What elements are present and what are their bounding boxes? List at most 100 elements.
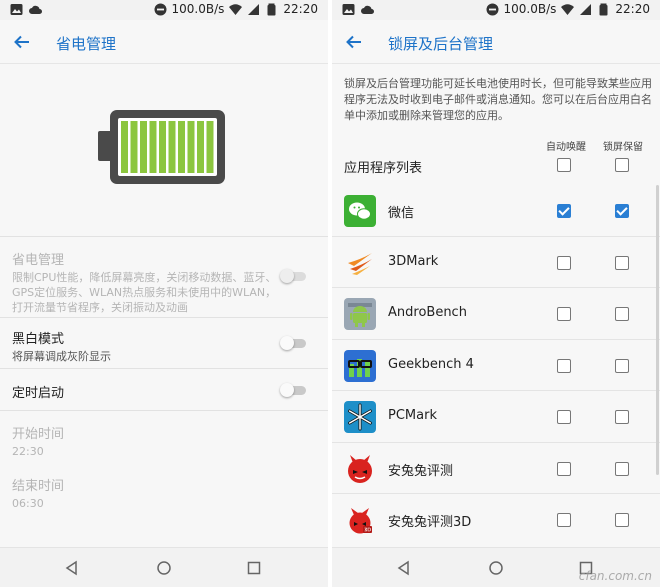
geekbench-icon <box>344 349 376 382</box>
lock-keep-checkbox[interactable] <box>615 461 629 476</box>
clock: 22:20 <box>615 2 650 16</box>
setting-title: 结束时间 <box>12 479 65 494</box>
setting-title: 定时启动 <box>12 386 65 401</box>
navigation-bar <box>0 547 328 587</box>
network-speed: 100.0B/s <box>503 2 557 16</box>
antutu-icon <box>348 454 372 483</box>
wechat-icon <box>344 195 376 227</box>
battery-cell <box>197 121 204 173</box>
status-bar: 100.0B/s 22:20 <box>0 0 328 20</box>
nav-home-icon[interactable] <box>156 560 172 576</box>
signal-icon <box>580 3 592 15</box>
network-speed: 100.0B/s <box>171 2 225 16</box>
app-name: PCMark <box>388 408 437 423</box>
wifi-icon <box>561 3 575 15</box>
scrollbar[interactable] <box>656 185 659 475</box>
auto-wake-checkbox[interactable] <box>557 461 571 476</box>
nav-recents-icon[interactable] <box>246 560 262 576</box>
list-header: 应用程序列表 <box>344 161 423 176</box>
status-bar: 100.0B/s 22:20 <box>332 0 660 20</box>
battery-icon <box>267 3 276 15</box>
app-name: AndroBench <box>388 305 467 320</box>
image-icon <box>10 4 23 15</box>
android-icon <box>344 298 376 330</box>
do-not-disturb-icon <box>486 3 499 15</box>
auto-wake-checkbox[interactable] <box>557 410 571 424</box>
cloud-icon <box>29 5 42 14</box>
auto-wake-checkbox[interactable] <box>557 307 571 321</box>
setting-title: 黑白模式 <box>12 332 65 347</box>
setting-end-time[interactable]: 结束时间 06:30 <box>0 463 328 515</box>
feature-description: 锁屏及后台管理功能可延长电池使用时长，但可能导致某些应用程序无法及时收到电子邮件… <box>344 77 652 122</box>
antutu-3d-icon <box>349 508 372 534</box>
auto-wake-checkbox[interactable] <box>557 204 571 218</box>
setting-title: 开始时间 <box>12 427 65 442</box>
lock-keep-checkbox[interactable] <box>615 358 629 373</box>
setting-scheduled-start[interactable]: 定时启动 <box>0 369 328 411</box>
image-icon <box>342 4 355 15</box>
power-saving-screen: 100.0B/s 22:20 省电管理 省电管理 限制CPU性能，降低屏幕亮度，… <box>0 0 328 587</box>
auto-wake-checkbox[interactable] <box>557 358 571 373</box>
app-list: 微信 3DMark AndroBench Geekbench 4 PCMark <box>332 185 660 546</box>
setting-value: 22:30 <box>12 445 44 458</box>
battery-cell <box>121 121 128 173</box>
back-arrow-icon[interactable] <box>12 32 32 52</box>
battery-cell <box>130 121 138 173</box>
watermark: cfan.com.cn <box>578 569 652 583</box>
column-header-lock-keep: 锁屏保留 <box>603 142 643 153</box>
app-bar: 省电管理 <box>0 20 328 64</box>
setting-subtitle: 限制CPU性能，降低屏幕亮度，关闭移动数据、蓝牙、GPS定位服务、WLAN热点服… <box>12 271 277 314</box>
battery-cell <box>140 121 147 173</box>
list-item[interactable]: 安兔兔评测3D <box>332 494 660 546</box>
setting-value: 06:30 <box>12 497 44 510</box>
3dmark-icon <box>344 246 376 279</box>
page-title: 省电管理 <box>56 35 117 53</box>
lock-keep-checkbox[interactable] <box>615 410 629 424</box>
select-all-auto-wake-checkbox[interactable] <box>557 158 571 172</box>
settings-list: 省电管理 限制CPU性能，降低屏幕亮度，关闭移动数据、蓝牙、GPS定位服务、WL… <box>0 238 328 515</box>
app-name: 安兔兔评测 <box>388 463 454 479</box>
scheduled-start-toggle[interactable] <box>280 383 306 397</box>
list-item[interactable]: Geekbench 4 <box>332 339 660 391</box>
list-item[interactable]: PCMark <box>332 391 660 443</box>
battery-icon <box>599 3 608 15</box>
list-item[interactable]: AndroBench <box>332 288 660 340</box>
list-item[interactable]: 安兔兔评测 <box>332 442 660 494</box>
battery-cell <box>206 121 214 173</box>
auto-wake-checkbox[interactable] <box>557 255 571 270</box>
battery-cell <box>149 121 157 173</box>
app-name: 3DMark <box>388 253 439 269</box>
lock-keep-checkbox[interactable] <box>615 204 629 218</box>
app-bar: 锁屏及后台管理 <box>332 20 660 64</box>
nav-back-icon[interactable] <box>396 560 412 576</box>
do-not-disturb-icon <box>154 3 167 15</box>
setting-power-saving[interactable]: 省电管理 限制CPU性能，降低屏幕亮度，关闭移动数据、蓝牙、GPS定位服务、WL… <box>0 238 328 318</box>
battery-cell <box>178 121 185 173</box>
setting-grayscale[interactable]: 黑白模式 将屏幕调成灰阶显示 <box>0 318 328 369</box>
list-item[interactable]: 微信 <box>332 185 660 237</box>
lock-keep-checkbox[interactable] <box>615 307 629 321</box>
battery-illustration <box>0 65 328 237</box>
battery-cell <box>159 121 166 173</box>
lock-keep-checkbox[interactable] <box>615 255 629 270</box>
lock-keep-checkbox[interactable] <box>615 513 629 527</box>
clock: 22:20 <box>283 2 318 16</box>
battery-cell <box>187 121 195 173</box>
battery-level-icon <box>98 110 225 184</box>
auto-wake-checkbox[interactable] <box>557 513 571 527</box>
setting-subtitle: 将屏幕调成灰阶显示 <box>12 350 111 363</box>
nav-home-icon[interactable] <box>488 560 504 576</box>
app-name: 微信 <box>388 206 415 221</box>
nav-back-icon[interactable] <box>64 560 80 576</box>
grayscale-toggle[interactable] <box>280 336 306 350</box>
app-name: Geekbench 4 <box>388 356 474 372</box>
battery-cell <box>168 121 176 173</box>
back-arrow-icon[interactable] <box>344 32 364 52</box>
power-saving-toggle[interactable] <box>280 269 306 283</box>
navigation-bar: cfan.com.cn <box>332 547 660 587</box>
list-item[interactable]: 3DMark <box>332 236 660 288</box>
select-all-lock-keep-checkbox[interactable] <box>615 158 629 172</box>
setting-start-time[interactable]: 开始时间 22:30 <box>0 411 328 463</box>
wifi-icon <box>229 3 243 15</box>
cloud-icon <box>361 5 374 14</box>
